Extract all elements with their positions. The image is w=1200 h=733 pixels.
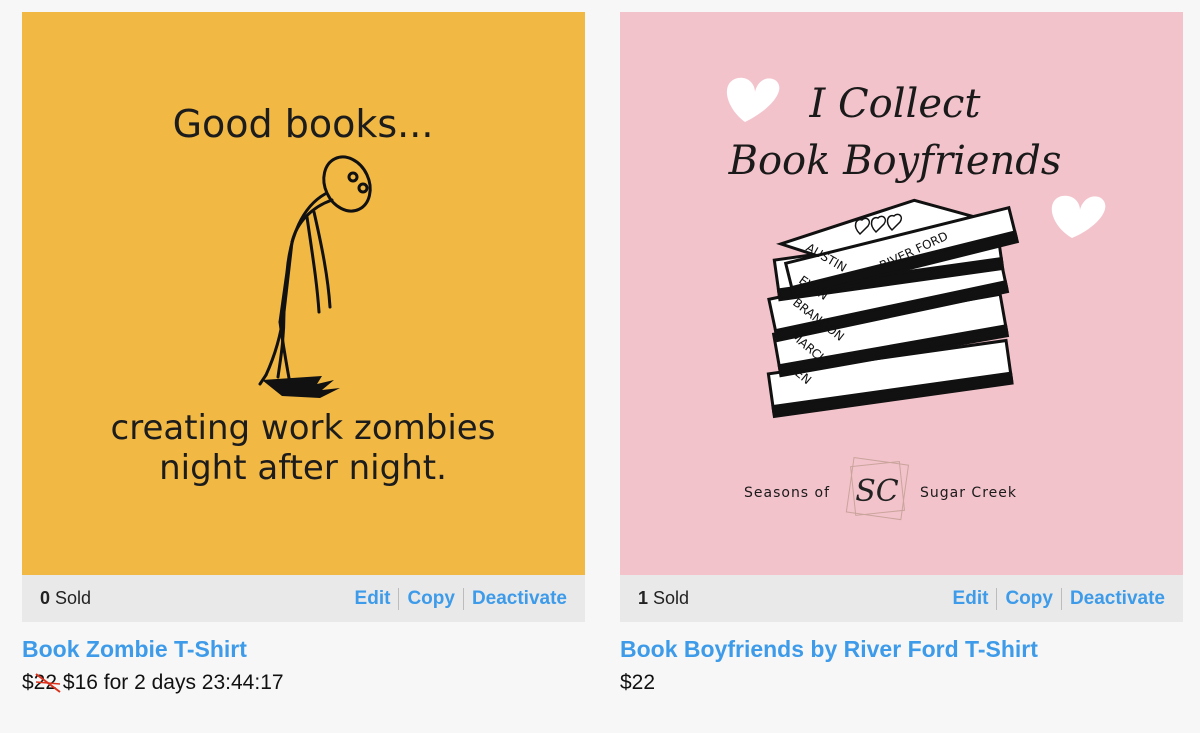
product-title-link[interactable]: Book Boyfriends by River Ford T-Shirt	[620, 636, 1183, 664]
product-card: Good books... creating work zombies nigh…	[22, 12, 585, 695]
shadow-icon	[262, 376, 340, 398]
original-price: $22	[22, 670, 61, 695]
monogram-text: SC	[855, 474, 899, 509]
zombie-artwork: Good books... creating work zombies nigh…	[111, 102, 496, 488]
product-price: $22	[620, 670, 656, 694]
zombie-figure-icon	[258, 155, 372, 386]
sale-price: $16 for 2 days 23:44:17	[62, 670, 284, 694]
product-actions: Edit Copy Deactivate	[945, 587, 1165, 610]
edit-link[interactable]: Edit	[347, 588, 399, 610]
copy-link[interactable]: Copy	[997, 588, 1061, 610]
deactivate-link[interactable]: Deactivate	[1062, 588, 1165, 610]
strikethrough-icon	[35, 672, 61, 693]
product-actions: Edit Copy Deactivate	[347, 587, 567, 610]
edit-link[interactable]: Edit	[945, 588, 997, 610]
product-stats-bar: 1 Sold Edit Copy Deactivate	[620, 575, 1183, 622]
art-line-1: I Collect	[809, 81, 982, 127]
sold-count: 0 Sold	[40, 588, 91, 609]
art-line-2: Book Boyfriends	[728, 138, 1062, 184]
art-footer-right: Sugar Creek	[920, 485, 1017, 501]
art-line-1: creating work zombies	[111, 408, 496, 448]
product-image[interactable]: I Collect Book Boyfriends AUSTIN EVAN BR…	[620, 12, 1183, 575]
sold-number: 0	[40, 588, 51, 608]
art-footer-left: Seasons of	[744, 485, 830, 501]
product-card: I Collect Book Boyfriends AUSTIN EVAN BR…	[620, 12, 1183, 695]
product-image[interactable]: Good books... creating work zombies nigh…	[22, 12, 585, 575]
product-price: $22 $16 for 2 days 23:44:17	[22, 670, 585, 695]
deactivate-link[interactable]: Deactivate	[464, 588, 567, 610]
heart-icon	[1051, 195, 1106, 238]
sold-label: Sold	[653, 588, 690, 608]
product-stats-bar: 0 Sold Edit Copy Deactivate	[22, 575, 585, 622]
sold-number: 1	[638, 588, 649, 608]
product-title-link[interactable]: Book Zombie T-Shirt	[22, 636, 585, 664]
book-boyfriends-artwork: I Collect Book Boyfriends AUSTIN EVAN BR…	[726, 77, 1106, 521]
art-headline: Good books...	[173, 102, 434, 146]
art-line-2: night after night.	[159, 448, 447, 488]
copy-link[interactable]: Copy	[399, 588, 463, 610]
heart-icon	[726, 77, 780, 122]
sold-label: Sold	[55, 588, 92, 608]
sold-count: 1 Sold	[638, 588, 689, 609]
